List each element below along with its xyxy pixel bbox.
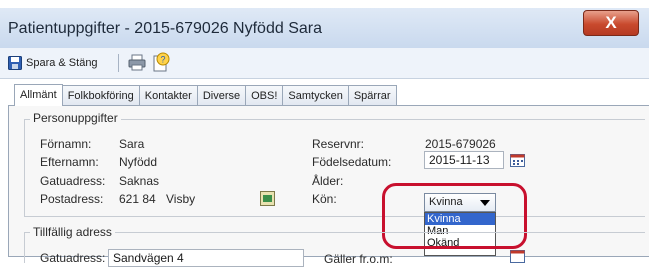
- efternamn-label: Efternamn:: [40, 155, 99, 169]
- tab-sparrar[interactable]: Spärrar: [347, 85, 397, 105]
- close-button[interactable]: X: [583, 10, 639, 36]
- gatuadress-value: Saknas: [119, 174, 160, 188]
- save-close-label: Spara & Stäng: [26, 57, 98, 69]
- ort-value: Visby: [166, 192, 196, 206]
- postadress-label: Postadress:: [40, 192, 104, 206]
- galler-fr-o-m-label: Gäller fr.o.m:: [324, 252, 393, 266]
- tab-obs[interactable]: OBS!: [245, 85, 284, 105]
- calendar-icon[interactable]: [510, 154, 525, 167]
- fornamn-value: Sara: [119, 137, 145, 151]
- fodelsedatum-input[interactable]: 2015-11-13: [424, 151, 504, 169]
- toolbar-separator: [118, 54, 119, 72]
- tillfallig-gatuadress-input[interactable]: Sandvägen 4: [108, 249, 304, 267]
- tillfallig-adress-legend: Tillfällig adress: [30, 225, 115, 239]
- reservnr-value: 2015-679026: [425, 137, 496, 151]
- reservnr-label: Reservnr:: [312, 137, 365, 151]
- personuppgifter-legend: Personuppgifter: [30, 111, 121, 125]
- printer-icon[interactable]: [128, 54, 146, 71]
- window-title: Patientuppgifter - 2015-679026 Nyfödd Sa…: [8, 20, 322, 37]
- floppy-disk-icon: [8, 56, 22, 70]
- efternamn-value: Nyfödd: [119, 155, 158, 169]
- fornamn-label: Förnamn:: [40, 137, 92, 151]
- help-document-icon[interactable]: ?: [151, 52, 171, 72]
- svg-text:?: ?: [160, 55, 165, 65]
- save-close-button[interactable]: Spara & Stäng: [8, 54, 98, 72]
- fodelsedatum-label: Födelsedatum:: [312, 155, 392, 169]
- tab-folkbokforing[interactable]: Folkbokföring: [61, 85, 140, 105]
- tab-samtycken[interactable]: Samtycken: [282, 85, 349, 105]
- kon-label: Kön:: [312, 192, 337, 206]
- tab-diverse[interactable]: Diverse: [196, 85, 247, 105]
- alder-label: Ålder:: [312, 174, 344, 188]
- tab-strip: Allmänt Folkbokföring Kontakter Diverse …: [14, 84, 397, 106]
- postnummer-value: 621 84: [119, 192, 156, 206]
- address-card-icon[interactable]: [260, 191, 275, 206]
- tab-kontakter[interactable]: Kontakter: [138, 85, 198, 105]
- tab-allmant[interactable]: Allmänt: [14, 84, 63, 106]
- gatuadress-label: Gatuadress:: [40, 174, 106, 188]
- tillfallig-gatuadress-label: Gatuadress:: [40, 251, 106, 265]
